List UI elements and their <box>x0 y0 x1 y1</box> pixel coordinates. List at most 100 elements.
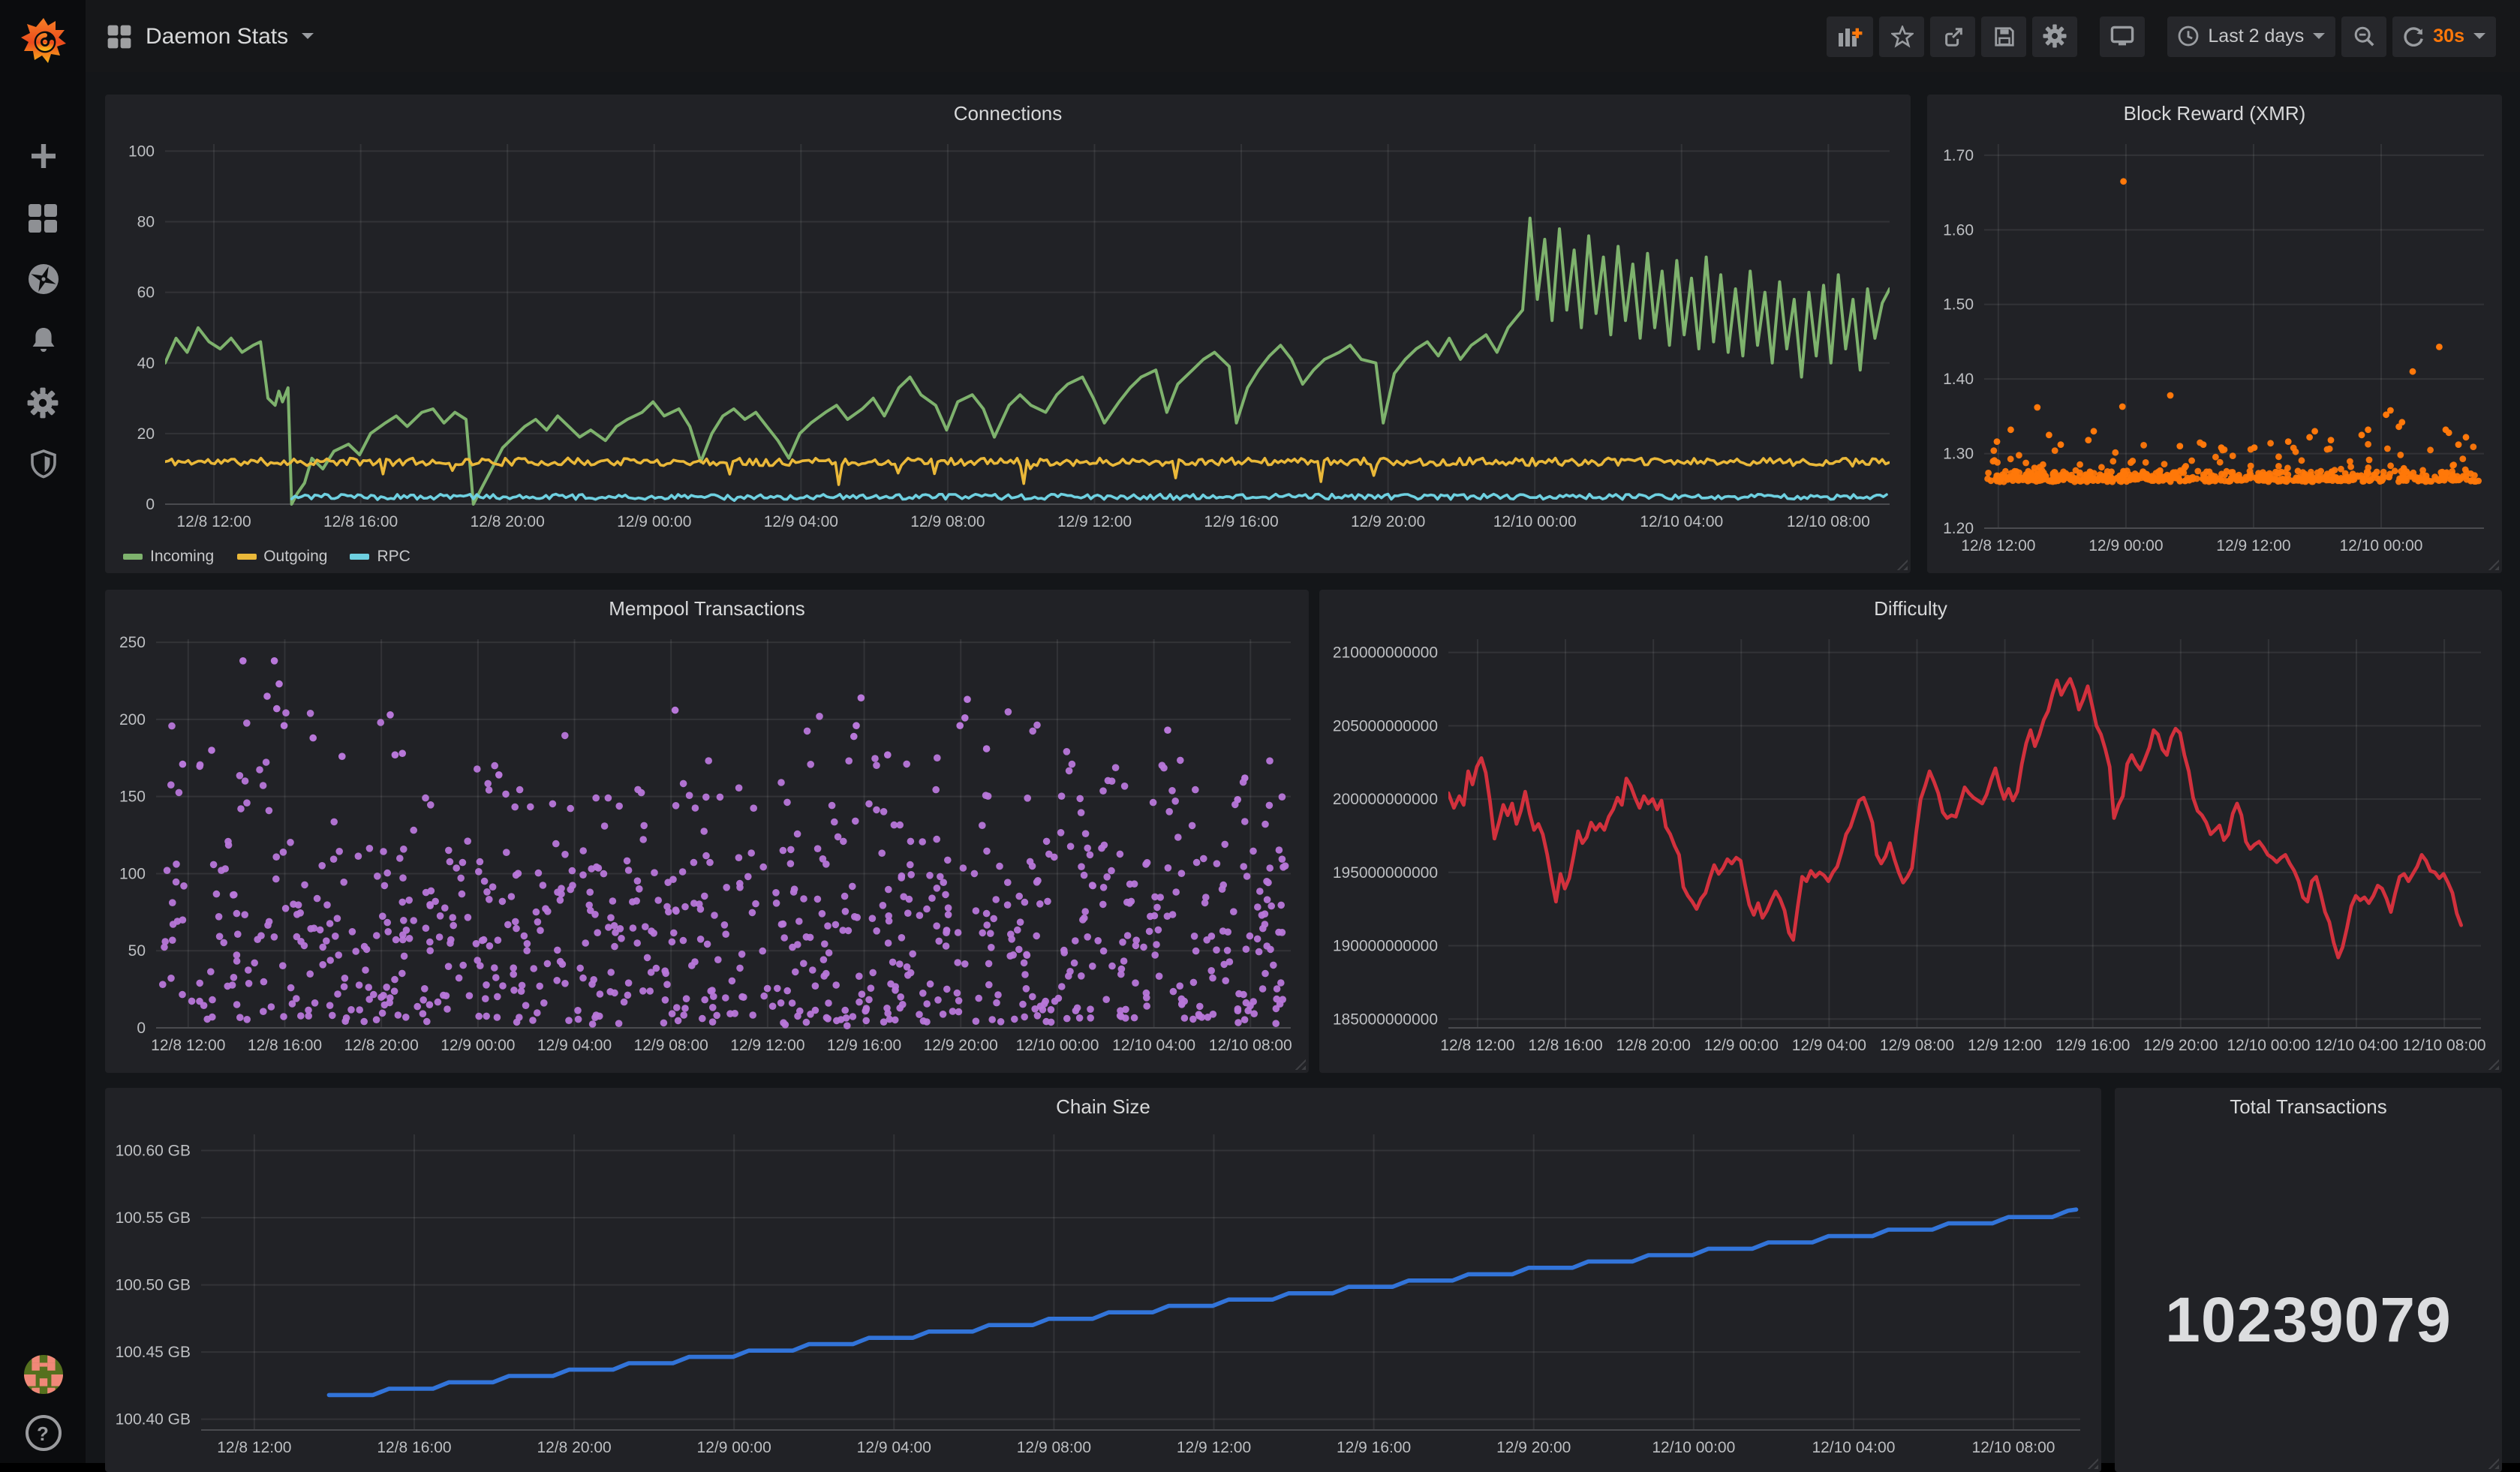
svg-text:12/9 12:00: 12/9 12:00 <box>1968 1037 2042 1054</box>
panel-mempool: Mempool Transactions 12/8 12:0012/8 16:0… <box>105 590 1309 1073</box>
star-button[interactable] <box>1879 16 1924 56</box>
configuration-gear-icon[interactable] <box>25 384 61 420</box>
svg-text:12/8 20:00: 12/8 20:00 <box>537 1439 611 1456</box>
svg-text:100.55 GB: 100.55 GB <box>116 1209 191 1227</box>
panel-title[interactable]: Connections <box>105 95 1911 132</box>
svg-text:12/9 20:00: 12/9 20:00 <box>1496 1439 1571 1456</box>
mempool-chart[interactable]: 12/8 12:0012/8 16:0012/8 20:0012/9 00:00… <box>105 627 1309 1073</box>
svg-text:12/8 12:00: 12/8 12:00 <box>1440 1037 1514 1054</box>
share-button[interactable] <box>1930 16 1975 56</box>
svg-text:100.50 GB: 100.50 GB <box>116 1277 191 1294</box>
svg-text:210000000000: 210000000000 <box>1333 644 1438 662</box>
svg-text:12/10 08:00: 12/10 08:00 <box>2403 1037 2486 1054</box>
cycle-view-monitor-button[interactable] <box>2100 16 2145 56</box>
svg-text:12/9 00:00: 12/9 00:00 <box>1704 1037 1779 1054</box>
dashboard-grid-icon[interactable] <box>107 23 132 49</box>
panel-title[interactable]: Chain Size <box>105 1088 2101 1125</box>
zoom-out-button[interactable] <box>2341 16 2386 56</box>
svg-text:100: 100 <box>119 865 146 882</box>
time-range-picker[interactable]: Last 2 days <box>2167 16 2335 56</box>
svg-text:190000000000: 190000000000 <box>1333 938 1438 955</box>
panel-title[interactable]: Total Transactions <box>2115 1088 2502 1125</box>
panel-title[interactable]: Block Reward (XMR) <box>1927 95 2502 132</box>
connections-legend: Incoming Outgoing RPC <box>123 548 410 566</box>
time-range-caret-icon <box>2313 33 2325 39</box>
panel-chain-size: Chain Size 12/8 12:00 12/8 16:00 12/8 20:0… <box>105 1088 2101 1472</box>
svg-text:12/9 04:00: 12/9 04:00 <box>857 1439 931 1456</box>
svg-text:12/8 12:00: 12/8 12:00 <box>176 513 251 530</box>
create-plus-icon[interactable] <box>25 138 61 174</box>
svg-text:12/10 00:00: 12/10 00:00 <box>1493 513 1577 530</box>
dashboards-grid-icon[interactable] <box>25 200 61 236</box>
title-caret-icon[interactable] <box>302 33 314 39</box>
legend-item-outgoing[interactable]: Outgoing <box>236 548 327 566</box>
panel-title[interactable]: Difficulty <box>1319 590 2502 627</box>
connections-chart[interactable]: 12/8 12:0012/8 16:0012/8 20:0012/9 00:00… <box>105 132 1911 573</box>
svg-text:12/9 20:00: 12/9 20:00 <box>924 1037 998 1054</box>
chain-size-chart[interactable]: 12/8 12:00 12/8 16:00 12/8 20:00 12/9 00:00… <box>105 1125 2101 1472</box>
svg-text:100.45 GB: 100.45 GB <box>116 1344 191 1361</box>
svg-text:12/8 20:00: 12/8 20:00 <box>471 513 545 530</box>
svg-text:12/10 00:00: 12/10 00:00 <box>1015 1037 1099 1054</box>
refresh-caret-icon <box>2473 33 2485 39</box>
svg-text:12/8 20:00: 12/8 20:00 <box>1616 1037 1691 1054</box>
svg-text:12/9 16:00: 12/9 16:00 <box>1337 1439 1411 1456</box>
panel-difficulty: Difficulty 12/8 12:0012/8 16:0012/8 20:0… <box>1319 590 2502 1073</box>
svg-text:12/9 16:00: 12/9 16:00 <box>1204 513 1278 530</box>
svg-text:12/10 08:00: 12/10 08:00 <box>1209 1037 1292 1054</box>
block-reward-chart[interactable]: 12/8 12:0012/9 00:0012/9 12:0012/10 00:0… <box>1927 132 2502 573</box>
difficulty-chart[interactable]: 12/8 12:0012/8 16:0012/8 20:0012/9 00:00… <box>1319 627 2502 1073</box>
svg-text:12/8 20:00: 12/8 20:00 <box>344 1037 419 1054</box>
sidebar-menu <box>0 138 86 482</box>
svg-text:1.50: 1.50 <box>1943 296 1974 314</box>
svg-text:1.40: 1.40 <box>1943 371 1974 388</box>
svg-text:12/9 00:00: 12/9 00:00 <box>617 513 691 530</box>
legend-item-incoming[interactable]: Incoming <box>123 548 214 566</box>
clock-icon <box>2178 26 2199 47</box>
svg-text:1.60: 1.60 <box>1943 221 1974 239</box>
svg-text:1.70: 1.70 <box>1943 147 1974 164</box>
svg-text:12/9 08:00: 12/9 08:00 <box>1017 1439 1091 1456</box>
svg-text:50: 50 <box>128 942 146 960</box>
help-question-icon[interactable]: ? <box>25 1415 61 1451</box>
svg-text:200: 200 <box>119 711 146 728</box>
grafana-logo[interactable] <box>14 12 71 69</box>
add-panel-button[interactable] <box>1827 16 1873 56</box>
explore-compass-icon[interactable] <box>25 261 61 297</box>
svg-text:12/8 16:00: 12/8 16:00 <box>248 1037 322 1054</box>
svg-text:12/9 12:00: 12/9 12:00 <box>1177 1439 1251 1456</box>
time-range-label: Last 2 days <box>2208 26 2304 47</box>
svg-text:12/9 20:00: 12/9 20:00 <box>1351 513 1425 530</box>
svg-text:1.20: 1.20 <box>1943 520 1974 537</box>
refresh-interval-label: 30s <box>2433 26 2464 47</box>
svg-text:100.40 GB: 100.40 GB <box>116 1411 191 1428</box>
user-avatar[interactable] <box>23 1355 62 1394</box>
svg-text:12/8 12:00: 12/8 12:00 <box>1961 537 2035 554</box>
legend-item-rpc[interactable]: RPC <box>350 548 410 566</box>
server-admin-shield-icon[interactable] <box>25 446 61 482</box>
svg-text:12/8 16:00: 12/8 16:00 <box>377 1439 451 1456</box>
svg-text:100: 100 <box>128 143 155 160</box>
panel-block-reward: Block Reward (XMR) 12/8 12:0012/9 00:001… <box>1927 95 2502 573</box>
svg-text:12/9 00:00: 12/9 00:00 <box>697 1439 771 1456</box>
svg-text:12/9 16:00: 12/9 16:00 <box>2055 1037 2130 1054</box>
svg-text:12/9 08:00: 12/9 08:00 <box>910 513 985 530</box>
alerting-bell-icon[interactable] <box>25 323 61 359</box>
svg-text:205000000000: 205000000000 <box>1333 717 1438 734</box>
save-button[interactable] <box>1981 16 2026 56</box>
dashboard-title[interactable]: Daemon Stats <box>146 23 288 49</box>
svg-text:100.60 GB: 100.60 GB <box>116 1142 191 1159</box>
svg-text:12/10 04:00: 12/10 04:00 <box>1812 1439 1895 1456</box>
svg-text:12/10 08:00: 12/10 08:00 <box>1787 513 1870 530</box>
svg-text:12/9 12:00: 12/9 12:00 <box>2216 537 2290 554</box>
legend-swatch <box>123 554 143 560</box>
svg-text:12/8 12:00: 12/8 12:00 <box>217 1439 291 1456</box>
refresh-picker[interactable]: 30s <box>2392 16 2496 56</box>
svg-text:200000000000: 200000000000 <box>1333 791 1438 808</box>
panel-total-transactions: Total Transactions 10239079 <box>2115 1088 2502 1472</box>
svg-text:250: 250 <box>119 634 146 651</box>
svg-text:12/10 00:00: 12/10 00:00 <box>1652 1439 1735 1456</box>
settings-gear-button[interactable] <box>2032 16 2077 56</box>
svg-text:12/9 00:00: 12/9 00:00 <box>441 1037 515 1054</box>
panel-title[interactable]: Mempool Transactions <box>105 590 1309 627</box>
